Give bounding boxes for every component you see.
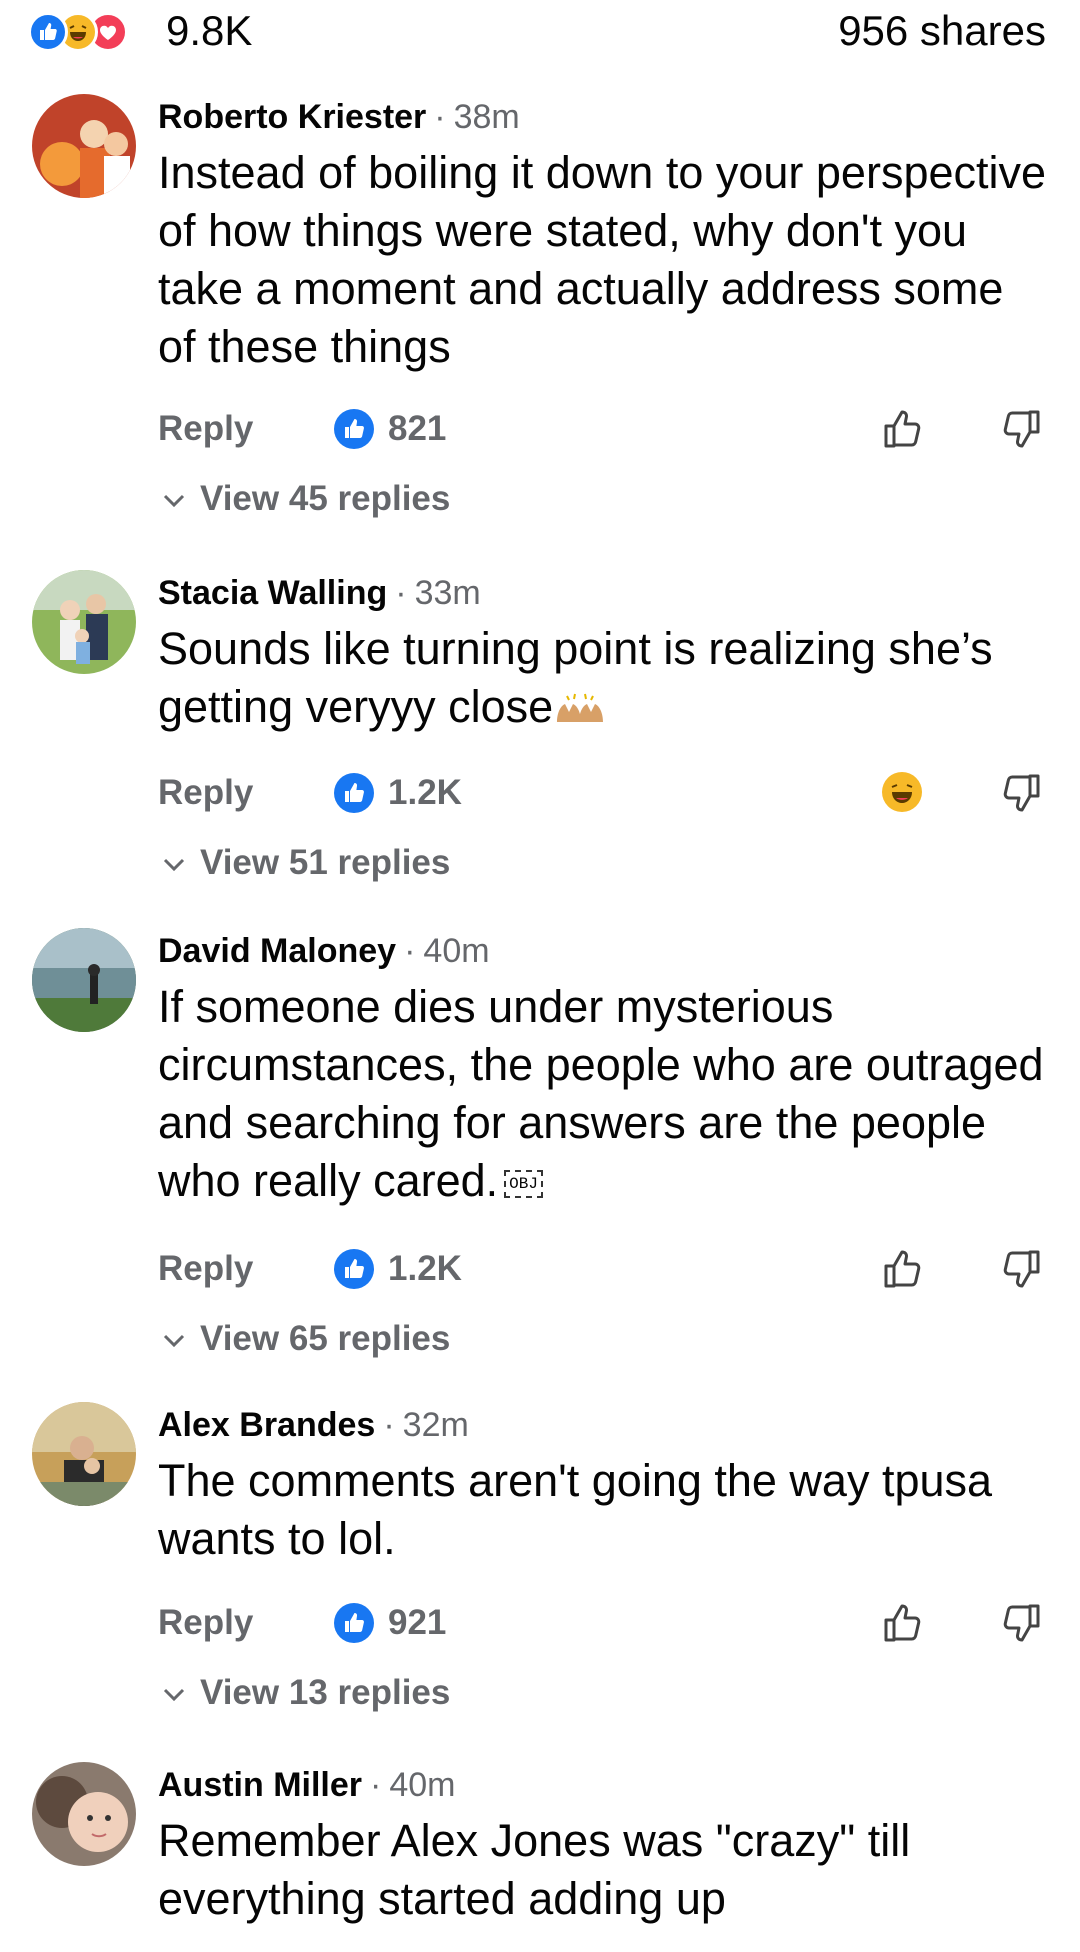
comment-text: Instead of boiling it down to your persp…	[158, 147, 1047, 372]
comment-time[interactable]: 40m	[423, 932, 489, 970]
view-replies-button[interactable]: View 51 replies	[160, 838, 450, 888]
view-replies-label: View 65 replies	[200, 1319, 451, 1358]
comment-text: The comments aren't going the way tpusa …	[158, 1455, 993, 1564]
reaction-summary-bar: 9.8K 956 shares	[0, 0, 1080, 64]
like-count: 821	[388, 409, 447, 448]
reply-button[interactable]: Reply	[158, 768, 253, 818]
like-icon	[28, 12, 68, 52]
avatar[interactable]	[32, 1762, 136, 1866]
avatar[interactable]	[32, 1402, 136, 1506]
view-replies-button[interactable]: View 13 replies	[160, 1668, 450, 1718]
reply-button[interactable]: Reply	[158, 1244, 253, 1294]
comment-text: If someone dies under mysterious circums…	[158, 981, 1044, 1206]
downvote-button[interactable]	[998, 770, 1044, 816]
avatar[interactable]	[32, 928, 136, 1032]
thumbs-up-icon	[884, 1604, 921, 1642]
comment: Alex Brandes · 32m The comments aren't goi…	[0, 1402, 1080, 1742]
view-replies-label: View 51 replies	[200, 843, 451, 882]
comment-actions-row: Reply 1.2K View 51 replies	[0, 768, 1080, 888]
comment-author[interactable]: Roberto Kriester	[158, 98, 426, 136]
thumbs-down-icon	[1003, 410, 1040, 448]
avatar[interactable]	[32, 570, 136, 674]
separator-dot: ·	[395, 574, 407, 612]
upvote-button[interactable]	[880, 1600, 926, 1646]
comment-author[interactable]: David Maloney	[158, 932, 396, 970]
comment-author[interactable]: Austin Miller	[158, 1766, 362, 1804]
comment-time[interactable]: 32m	[403, 1406, 469, 1444]
thumbs-down-icon	[1003, 1604, 1040, 1642]
separator-dot: ·	[370, 1766, 382, 1804]
downvote-button[interactable]	[998, 406, 1044, 452]
like-count: 1.2K	[388, 773, 462, 812]
like-icon	[334, 409, 374, 449]
chevron-down-icon	[160, 1326, 188, 1354]
comment-time[interactable]: 40m	[389, 1766, 455, 1804]
comment-text-container: If someone dies under mysterious circums…	[158, 978, 1048, 1210]
comment-text: Remember Alex Jones was "crazy" till eve…	[158, 1815, 911, 1924]
upvote-button[interactable]	[880, 406, 926, 452]
separator-dot: ·	[434, 98, 446, 136]
comment-author[interactable]: Stacia Walling	[158, 574, 387, 612]
view-replies-button[interactable]: View 45 replies	[160, 474, 450, 524]
reply-button[interactable]: Reply	[158, 1598, 253, 1648]
separator-dot: ·	[383, 1406, 395, 1444]
thumbs-up-icon	[884, 1250, 921, 1288]
like-count: 921	[388, 1603, 447, 1642]
chevron-down-icon	[160, 1680, 188, 1708]
like-icon	[334, 1603, 374, 1643]
chevron-down-icon	[160, 486, 188, 514]
comment: David Maloney · 40m If someone dies under …	[0, 928, 1080, 1368]
reply-button[interactable]: Reply	[158, 404, 253, 454]
chevron-down-icon	[160, 850, 188, 878]
comment-author[interactable]: Alex Brandes	[158, 1406, 375, 1444]
like-count: 1.2K	[388, 1249, 462, 1288]
comment: Roberto Kriester · 38m Instead of boiling …	[0, 94, 1080, 534]
haha-icon[interactable]	[882, 772, 922, 812]
reaction-count[interactable]: 9.8K	[166, 6, 252, 56]
avatar[interactable]	[32, 94, 136, 198]
view-replies-label: View 13 replies	[200, 1673, 451, 1712]
separator-dot: ·	[404, 932, 416, 970]
raising-hands-emoji	[553, 682, 607, 722]
upvote-button[interactable]	[880, 1246, 926, 1292]
comment: Austin Miller · 40m Remember Alex Jones wa…	[0, 1762, 1080, 1952]
downvote-button[interactable]	[998, 1600, 1044, 1646]
view-replies-button[interactable]: View 65 replies	[160, 1314, 450, 1364]
downvote-button[interactable]	[998, 1246, 1044, 1292]
shares-count[interactable]: 956 shares	[838, 6, 1046, 56]
thumbs-down-icon	[1003, 1250, 1040, 1288]
thumbs-down-icon	[1003, 774, 1040, 812]
thumbs-up-icon	[884, 410, 921, 448]
comment-time[interactable]: 38m	[454, 98, 520, 136]
like-icon	[334, 1249, 374, 1289]
view-replies-label: View 45 replies	[200, 479, 451, 518]
like-icon	[334, 773, 374, 813]
comment-time[interactable]: 33m	[415, 574, 481, 612]
object-replacement-glyph: OBJ	[504, 1170, 543, 1199]
